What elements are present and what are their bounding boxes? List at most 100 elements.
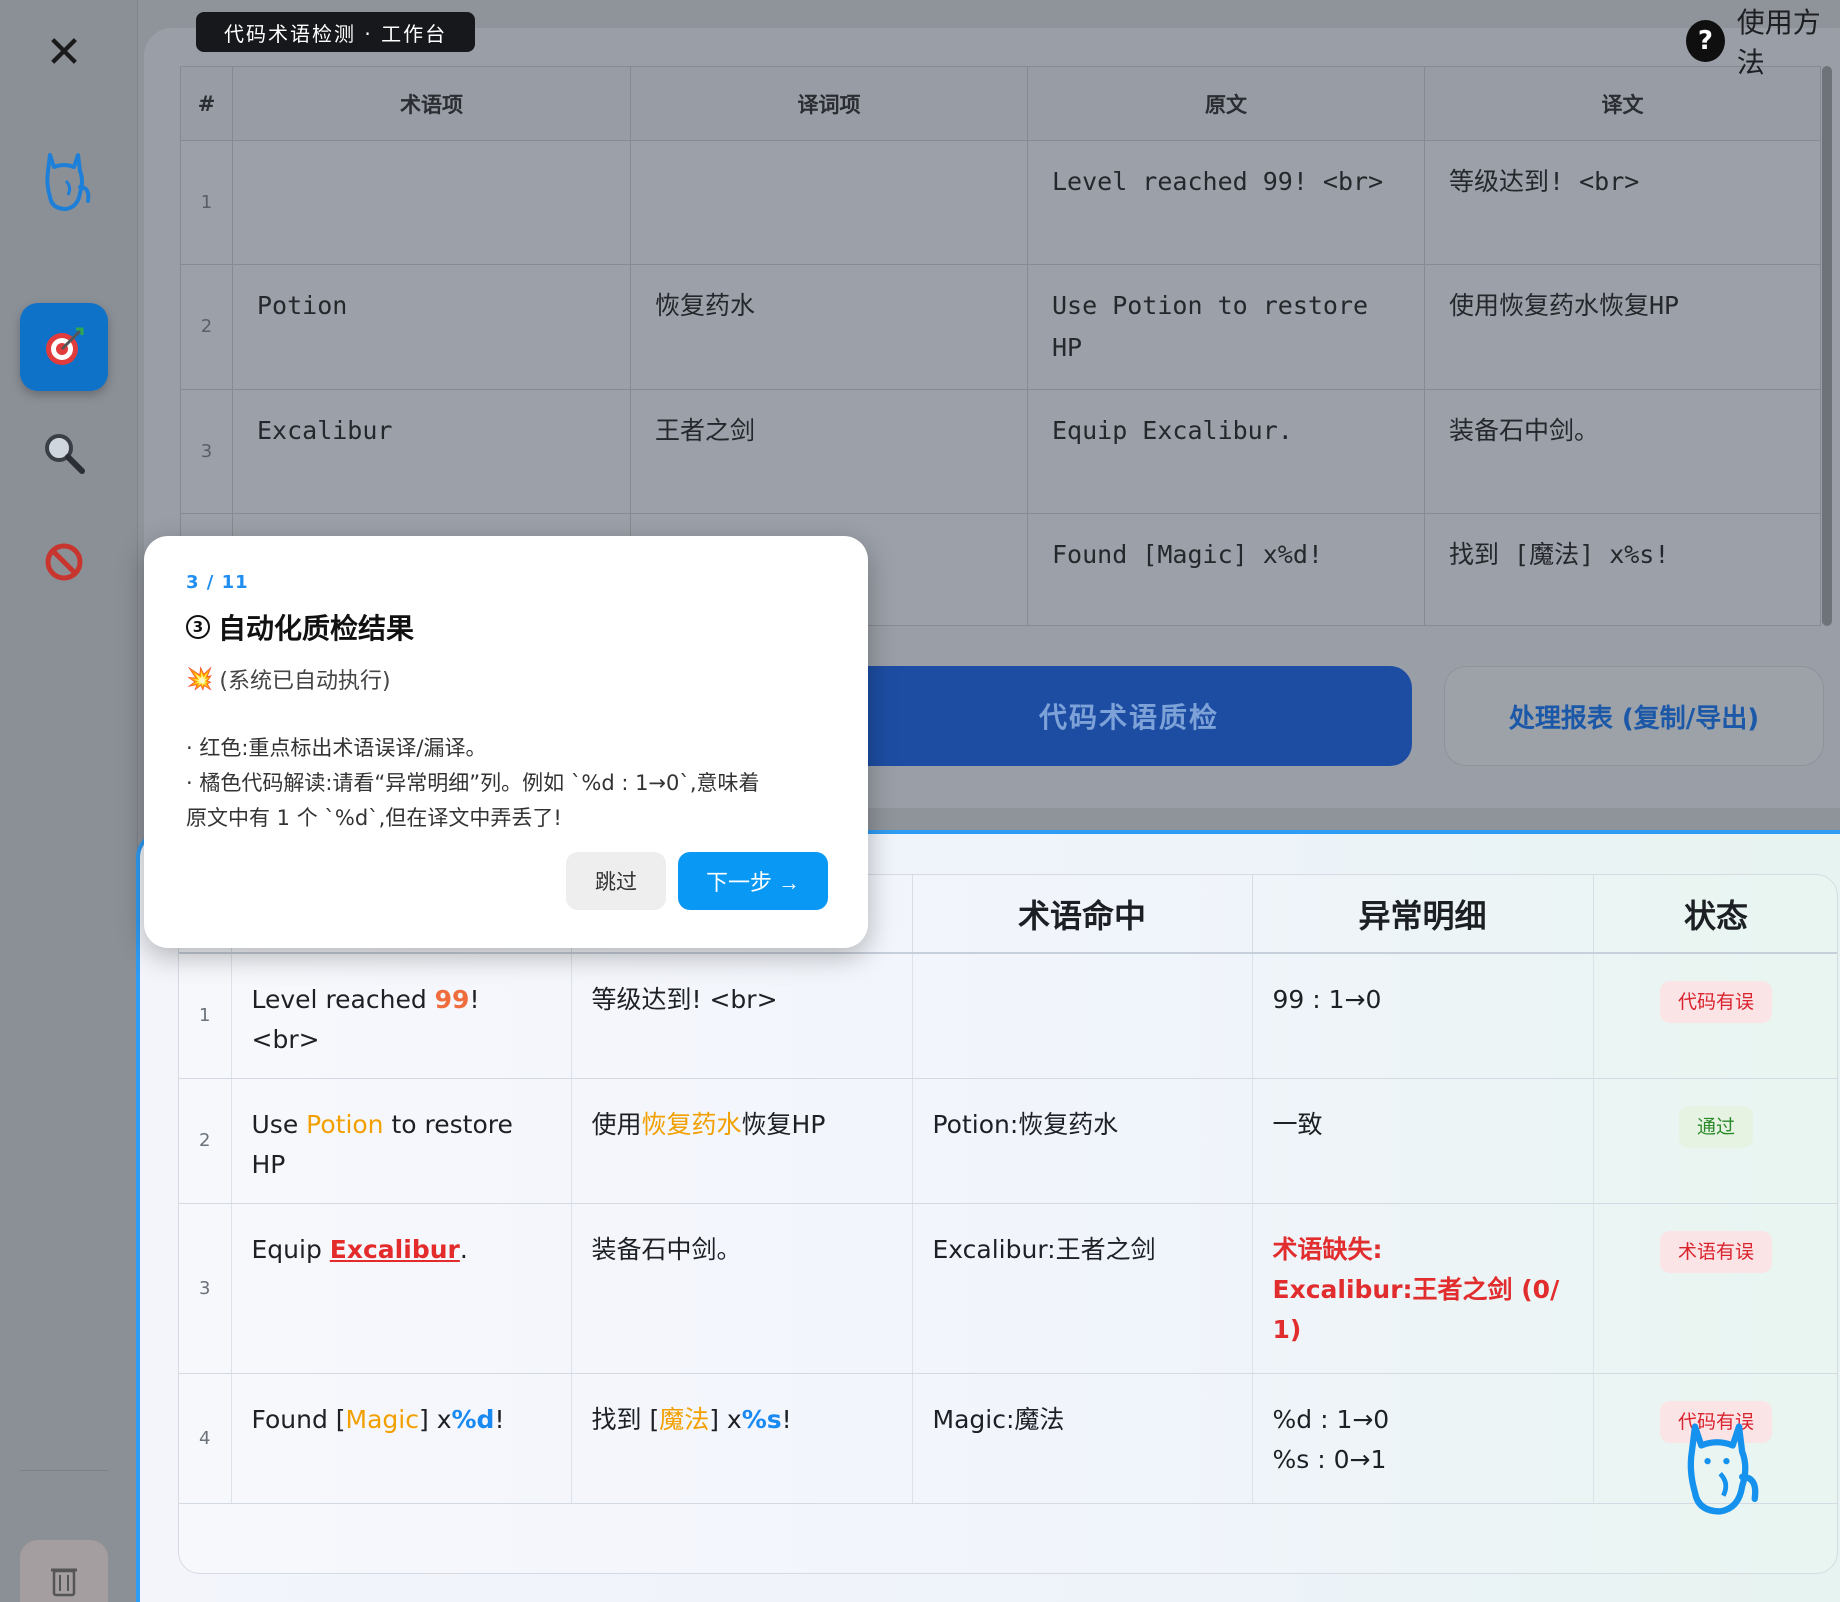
term-cell[interactable]: Excalibur (232, 389, 631, 514)
anomaly-cell: 一致 (1252, 1078, 1594, 1204)
source-cell: Use Potion to restore HP (231, 1078, 572, 1204)
target-text: 找到 [ (591, 1405, 660, 1434)
table-row: 4 Found [Magic] x%d! 找到 [魔法] x%s! Magic:… (179, 1373, 1837, 1504)
help-button[interactable]: ? 使用方法 (1686, 6, 1840, 79)
term-hit-cell: Magic:魔法 (912, 1373, 1253, 1504)
run-check-button[interactable]: 代码术语质检 (846, 666, 1412, 766)
table-row: 2 Use Potion to restore HP 使用恢复药水恢复HP Po… (179, 1078, 1837, 1204)
tour-title-text: 自动化质检结果 (218, 612, 415, 645)
tour-actions: 跳过 下一步 → (566, 852, 828, 910)
input-table-header: # 术语项 译词项 原文 译文 (180, 66, 1821, 141)
anomaly-cell: 99 : 1→0 (1252, 953, 1594, 1079)
table-row: 2 Potion 恢复药水 Use Potion to restore HP 使… (180, 264, 1821, 390)
status-badge: 代码有误 (1659, 981, 1772, 1023)
anomaly-cell: 术语缺失: Excalibur:王者之剑 (0/ 1) (1252, 1203, 1594, 1374)
left-rail: ✕ (0, 0, 138, 1602)
target-text: ! (781, 1405, 792, 1434)
help-label: 使用方法 (1736, 6, 1821, 79)
target-cell[interactable]: 等级达到! <br> (1424, 140, 1821, 265)
source-cell[interactable]: Equip Excalibur. (1027, 389, 1425, 514)
result-table-container: # 原文 译文 术语命中 异常明细 状态 1 Level reached 99!… (178, 874, 1838, 1574)
ban-icon[interactable] (20, 518, 108, 606)
source-cell: Equip Excalibur. (231, 1203, 572, 1374)
translation-cell[interactable] (630, 140, 1028, 265)
term-error-highlight: Excalibur (329, 1235, 460, 1264)
target-cell[interactable]: 装备石中剑。 (1424, 389, 1821, 514)
term-highlight: Magic (345, 1405, 419, 1434)
col-header-term: 术语项 (232, 66, 631, 141)
source-cell: Level reached 99! <br> (231, 953, 572, 1079)
table-row: 3 Equip Excalibur. 装备石中剑。 Excalibur:王者之剑… (179, 1203, 1837, 1374)
app-title-tag: 代码术语检测 · 工作台 (196, 12, 476, 52)
skip-button[interactable]: 跳过 (566, 852, 666, 910)
col-header-anomaly: 异常明细 (1252, 875, 1594, 954)
target-cell: 找到 [魔法] x%s! (571, 1373, 913, 1504)
col-header-term-hit: 术语命中 (912, 875, 1253, 954)
code-highlight: %s (741, 1405, 782, 1434)
circled-number-icon: 3 (186, 615, 210, 639)
source-text: Found [ (251, 1405, 346, 1434)
tour-body: · 红色:重点标出术语误译/漏译。 · 橘色代码解读:请看“异常明细”列。例如 … (186, 731, 826, 836)
search-icon[interactable] (20, 409, 108, 497)
anomaly-cell: %d : 1→0 %s : 0→1 (1252, 1373, 1594, 1504)
row-number: 2 (180, 264, 233, 390)
source-cell[interactable]: Level reached 99! <br> (1027, 140, 1425, 265)
translation-cell[interactable]: 王者之剑 (630, 389, 1028, 514)
row-number: 1 (179, 953, 232, 1079)
row-number: 3 (180, 389, 233, 514)
anomaly-line: %d : 1→0 (1272, 1405, 1390, 1434)
target-text: ] x (709, 1405, 742, 1434)
rail-divider (20, 1470, 108, 1471)
next-step-button[interactable]: 下一步 → (678, 852, 828, 910)
source-text: Level reached (251, 985, 435, 1014)
term-highlight: Potion (306, 1110, 384, 1139)
target-cell[interactable]: 使用恢复药水恢复HP (1424, 264, 1821, 390)
col-header-status: 状态 (1593, 875, 1837, 954)
question-icon: ? (1686, 20, 1725, 62)
target-cell: 等级达到! <br> (571, 953, 913, 1079)
cat-icon[interactable] (20, 138, 108, 226)
source-cell[interactable]: Use Potion to restore HP (1027, 264, 1425, 390)
source-text: . (459, 1235, 468, 1264)
table-row: 1 Level reached 99! <br> 等级达到! <br> 99 :… (179, 953, 1837, 1079)
col-header-translation: 译词项 (630, 66, 1028, 141)
term-hit-cell (912, 953, 1253, 1079)
row-number: 4 (179, 1373, 232, 1504)
term-cell[interactable]: Potion (232, 264, 631, 390)
term-cell[interactable] (232, 140, 631, 265)
row-number: 1 (180, 140, 233, 265)
term-hit-cell: Excalibur:王者之剑 (912, 1203, 1253, 1374)
col-header-num: # (180, 66, 233, 141)
term-hit-cell: Potion:恢复药水 (912, 1078, 1253, 1204)
translation-cell[interactable]: 恢复药水 (630, 264, 1028, 390)
target-icon[interactable] (20, 303, 108, 391)
report-export-button[interactable]: 处理报表 (复制/导出) (1444, 666, 1824, 766)
table-row: 1 Level reached 99! <br> 等级达到! <br> (180, 140, 1821, 265)
anomaly-line: 1) (1272, 1315, 1302, 1344)
trash-icon[interactable] (20, 1540, 108, 1602)
tour-subtitle: 💥 (系统已自动执行) (186, 663, 826, 695)
anomaly-line: %s : 0→1 (1272, 1445, 1387, 1474)
source-text: Equip (251, 1235, 330, 1264)
anomaly-line: Excalibur:王者之剑 (0/ (1272, 1275, 1560, 1304)
status-badge: 术语有误 (1659, 1231, 1772, 1273)
target-cell[interactable]: 找到 [魔法] x%s! (1424, 513, 1821, 626)
tour-subtitle-text: (系统已自动执行) (219, 669, 391, 694)
tour-popover: 3 / 11 3 自动化质检结果 💥 (系统已自动执行) · 红色:重点标出术语… (144, 536, 868, 948)
term-highlight: 魔法 (659, 1405, 710, 1434)
status-cell: 代码有误 (1593, 953, 1837, 1079)
row-number: 2 (179, 1078, 232, 1204)
status-badge: 通过 (1678, 1106, 1753, 1148)
source-cell[interactable]: Found [Magic] x%d! (1027, 513, 1425, 626)
collision-icon: 💥 (186, 666, 214, 692)
target-text: 使用 (591, 1110, 642, 1139)
target-cell: 使用恢复药水恢复HP (571, 1078, 913, 1204)
source-cell: Found [Magic] x%d! (231, 1373, 572, 1504)
close-icon[interactable]: ✕ (20, 8, 108, 96)
tour-body-line: 原文中有 1 个 `%d`,但在译文中弄丢了! (186, 806, 562, 830)
tour-body-line: · 红色:重点标出术语误译/漏译。 (186, 736, 487, 760)
cat-mascot-icon[interactable] (1672, 1414, 1762, 1528)
status-cell: 术语有误 (1593, 1203, 1837, 1374)
term-highlight: 恢复药水 (641, 1110, 742, 1139)
scrollbar[interactable] (1822, 66, 1832, 626)
